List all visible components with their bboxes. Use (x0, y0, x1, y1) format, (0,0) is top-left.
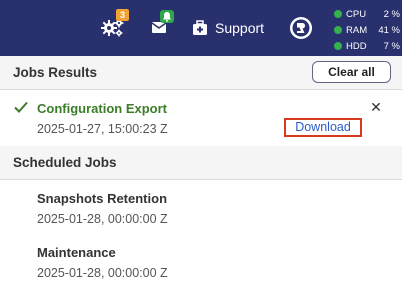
jobs-results-header: Jobs Results Clear all (0, 56, 402, 90)
stat-value: 7 % (383, 40, 400, 52)
top-bar: 3 Support CPU 2 % RAM 41 % HDD 7 % (0, 0, 402, 56)
stat-hdd: HDD 7 % (334, 38, 400, 54)
clear-all-button[interactable]: Clear all (312, 61, 391, 83)
stat-label: CPU (346, 8, 367, 20)
status-dot-icon (334, 26, 342, 34)
stat-label: HDD (346, 40, 367, 52)
job-name: Snapshots Retention (37, 191, 168, 206)
stat-value: 2 % (383, 8, 400, 20)
job-result-item: Configuration Export 2025-01-27, 15:00:2… (0, 91, 402, 145)
scheduled-job-item: Maintenance 2025-01-28, 00:00:00 Z (0, 235, 402, 289)
stat-label: RAM (346, 24, 368, 36)
support-label: Support (215, 20, 265, 36)
first-aid-kit-icon (192, 20, 208, 36)
jobs-count-badge: 3 (116, 9, 129, 21)
download-link[interactable]: Download (284, 118, 362, 137)
scheduled-job-item: Snapshots Retention 2025-01-28, 00:00:00… (0, 181, 402, 235)
job-name: Configuration Export (37, 101, 167, 116)
support-button[interactable]: Support (192, 17, 264, 39)
job-name: Maintenance (37, 245, 116, 260)
stat-value: 41 % (378, 24, 400, 36)
user-avatar-icon[interactable] (289, 16, 313, 40)
bell-icon (163, 12, 171, 22)
stat-ram: RAM 41 % (334, 22, 400, 38)
close-icon[interactable]: ✕ (370, 100, 382, 114)
system-stats: CPU 2 % RAM 41 % HDD 7 % (334, 6, 400, 54)
check-icon (14, 100, 28, 113)
job-date: 2025-01-27, 15:00:23 Z (37, 122, 168, 136)
jobs-panel: Jobs Results Clear all Configuration Exp… (0, 56, 402, 293)
status-dot-icon (334, 10, 342, 18)
scheduled-jobs-header: Scheduled Jobs (0, 146, 402, 180)
scheduled-jobs-title: Scheduled Jobs (13, 155, 117, 170)
status-dot-icon (334, 42, 342, 50)
job-date: 2025-01-28, 00:00:00 Z (37, 266, 168, 280)
job-date: 2025-01-28, 00:00:00 Z (37, 212, 168, 226)
stat-cpu: CPU 2 % (334, 6, 400, 22)
jobs-results-title: Jobs Results (13, 65, 98, 80)
notification-bell-badge (160, 10, 174, 23)
